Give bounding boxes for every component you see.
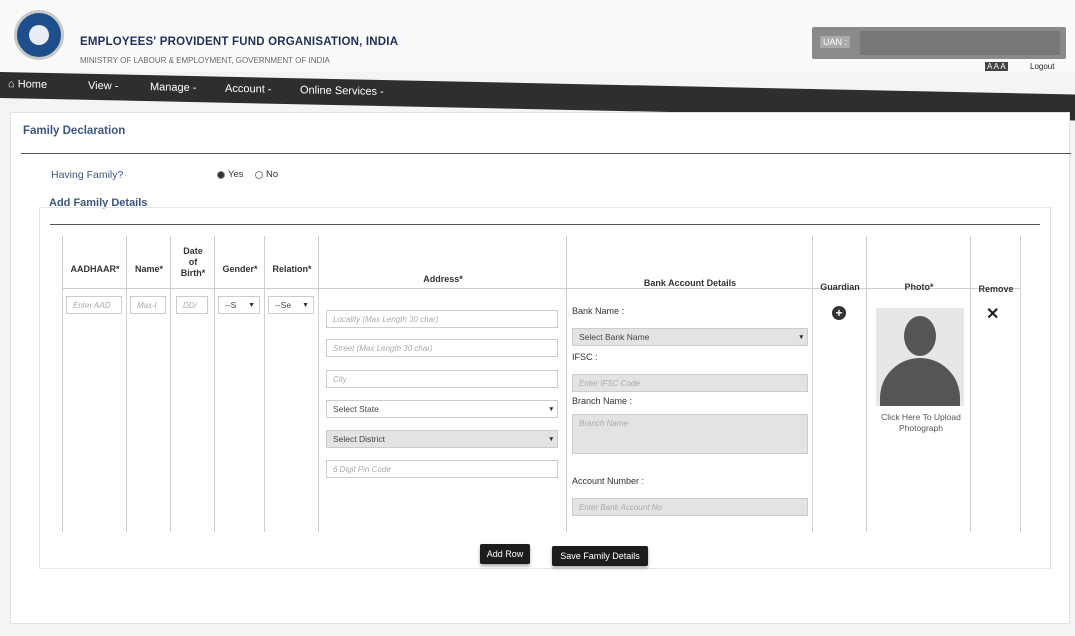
nav-manage[interactable]: Manage -	[150, 81, 196, 94]
person-silhouette-icon	[904, 316, 936, 356]
gender-select[interactable]: --S ▼	[218, 296, 260, 314]
dropdown-arrow-icon: ▾	[799, 334, 803, 341]
state-select[interactable]: Select State ▾	[326, 400, 558, 418]
locality-input[interactable]: Locality (Max Length 30 char)	[326, 310, 558, 328]
col-name: Name*	[134, 264, 163, 274]
nav-online-services[interactable]: Online Services -	[300, 84, 384, 98]
uan-display: UAN :	[812, 27, 1066, 59]
col-photo: Photo*	[904, 282, 934, 292]
col-aadhaar: AADHAAR*	[70, 264, 120, 274]
dropdown-arrow-icon: ▼	[248, 302, 255, 309]
org-title: EMPLOYEES' PROVIDENT FUND ORGANISATION, …	[80, 36, 399, 48]
uan-label: UAN :	[820, 36, 851, 48]
street-input[interactable]: Street (Max Length 30 char)	[326, 339, 558, 357]
dropdown-arrow-icon: ▾	[549, 406, 553, 413]
remove-row-icon[interactable]: ✕	[986, 304, 999, 324]
family-details-box: AADHAAR* Name* Date of Birth* Gender* Re…	[39, 207, 1051, 569]
radio-checked-icon	[217, 170, 225, 179]
city-input[interactable]: City	[326, 370, 558, 388]
branch-name-input[interactable]: Branch Name	[572, 414, 808, 454]
nav-account[interactable]: Account -	[225, 83, 271, 96]
ifsc-label: IFSC :	[572, 352, 598, 362]
col-dob: Date of Birth*	[180, 246, 206, 278]
radio-unchecked-icon	[255, 170, 263, 179]
site-header: EMPLOYEES' PROVIDENT FUND ORGANISATION, …	[0, 0, 1075, 72]
add-row-button[interactable]: Add Row	[480, 544, 530, 564]
dob-input[interactable]: DD/	[176, 296, 208, 314]
add-guardian-icon[interactable]: +	[832, 306, 846, 320]
home-icon: ⌂	[8, 78, 15, 91]
divider	[50, 224, 1040, 225]
col-bank-details: Bank Account Details	[643, 278, 737, 288]
account-number-input[interactable]: Enter Bank Account No	[572, 498, 808, 516]
aadhaar-input[interactable]: Enter AAD	[66, 296, 122, 314]
org-subtitle: MINISTRY OF LABOUR & EMPLOYMENT, GOVERNM…	[80, 56, 330, 65]
logout-link[interactable]: Logout	[1030, 62, 1054, 71]
having-family-label: Having Family?	[51, 169, 124, 181]
having-family-no-radio[interactable]: No	[255, 169, 278, 180]
nav-home[interactable]: ⌂ Home	[8, 78, 47, 91]
relation-select[interactable]: --Se ▼	[268, 296, 314, 314]
pin-code-input[interactable]: 6 Digit Pin Code	[326, 460, 558, 478]
district-select[interactable]: Select District ▾	[326, 430, 558, 448]
dropdown-arrow-icon: ▾	[549, 436, 553, 443]
uan-redacted-value	[860, 31, 1060, 55]
family-declaration-panel: Family Declaration Having Family? Yes No…	[10, 112, 1071, 624]
col-address: Address*	[423, 274, 463, 284]
bank-name-label: Bank Name :	[572, 306, 625, 316]
divider	[21, 153, 1071, 154]
account-number-label: Account Number :	[572, 476, 645, 486]
col-guardian: Guardian	[820, 282, 860, 292]
nav-view[interactable]: View -	[88, 80, 118, 93]
save-family-details-button[interactable]: Save Family Details	[552, 546, 648, 566]
upload-photo-text[interactable]: Click Here To Upload Photograph	[866, 412, 976, 434]
name-input[interactable]: Max-l	[130, 296, 166, 314]
col-relation: Relation*	[272, 264, 312, 274]
ifsc-input[interactable]: Enter IFSC Code	[572, 374, 808, 392]
dropdown-arrow-icon: ▼	[302, 302, 309, 309]
photo-upload-avatar[interactable]	[876, 308, 964, 406]
epfo-logo	[14, 10, 64, 60]
col-remove: Remove	[978, 284, 1014, 294]
page-title: Family Declaration	[23, 125, 126, 137]
bank-name-select[interactable]: Select Bank Name ▾	[572, 328, 808, 346]
branch-name-label: Branch Name :	[572, 396, 633, 406]
having-family-yes-radio[interactable]: Yes	[217, 169, 244, 180]
col-gender: Gender*	[222, 264, 258, 274]
text-size-controls[interactable]: A A A	[985, 62, 1008, 71]
